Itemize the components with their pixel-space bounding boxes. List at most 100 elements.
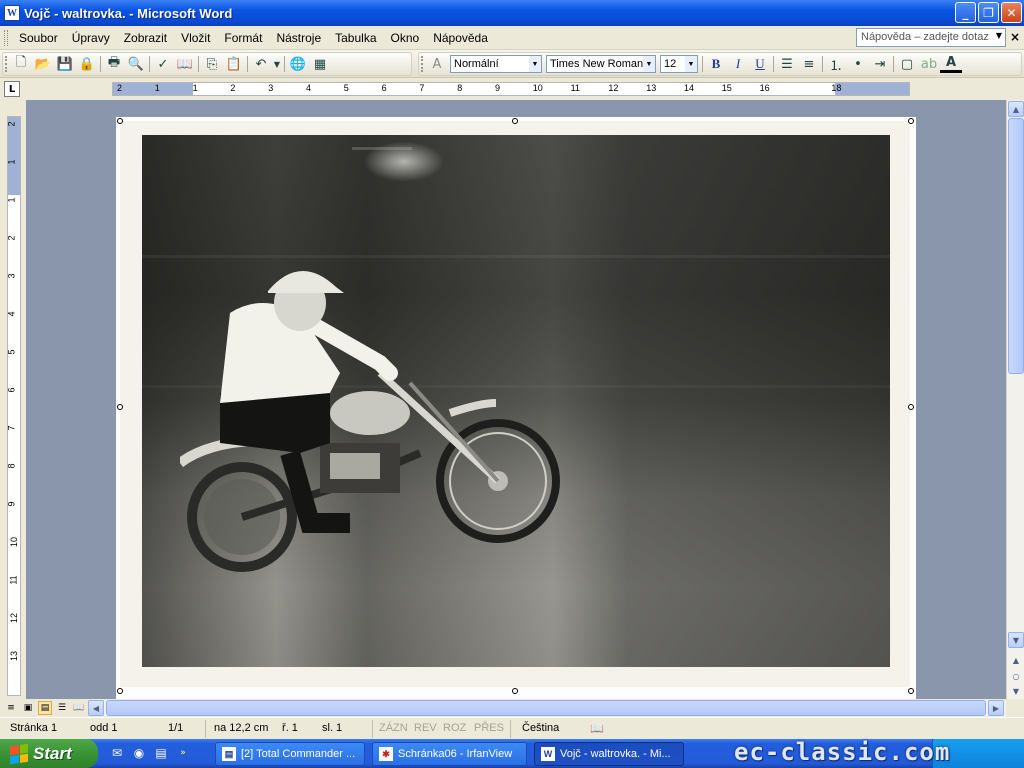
align-left-icon[interactable]: ☰ (776, 54, 798, 74)
resize-handle[interactable] (908, 404, 914, 410)
status-section[interactable]: odd 1 (90, 722, 118, 734)
help-dropdown-icon[interactable]: ▼ (996, 31, 1002, 40)
permission-icon[interactable]: 🔒 (76, 54, 98, 74)
status-pages[interactable]: 1/1 (168, 722, 183, 734)
motorcycle-photo[interactable] (142, 135, 890, 667)
status-track-changes[interactable]: REV (414, 722, 437, 734)
minimize-icon[interactable]: _ (955, 2, 976, 23)
next-page-icon[interactable]: ▼ (1008, 684, 1024, 698)
task-total-commander[interactable]: ▤ [2] Total Commander ... (215, 742, 365, 766)
menu-tabulka[interactable]: Tabulka (328, 29, 383, 47)
menu-zobrazit[interactable]: Zobrazit (117, 29, 174, 47)
hyperlink-icon[interactable]: 🌐 (287, 54, 309, 74)
styles-pane-icon[interactable]: A (426, 54, 448, 74)
print-icon[interactable]: 🖶 (103, 54, 125, 74)
menu-okno[interactable]: Okno (384, 29, 427, 47)
chevron-down-icon[interactable]: ▼ (685, 56, 697, 72)
restore-icon[interactable]: ❐ (978, 2, 999, 23)
numbering-icon[interactable]: ⒈ (825, 54, 847, 74)
document-area[interactable] (26, 100, 1006, 699)
title-bar[interactable]: W Vojč - waltrovka. - Microsoft Word _ ❐… (0, 0, 1024, 26)
italic-button[interactable]: I (727, 54, 749, 74)
borders-icon[interactable]: ▢ (896, 54, 918, 74)
resize-handle[interactable] (908, 688, 914, 694)
menu-napoveda[interactable]: Nápověda (426, 29, 495, 47)
status-line[interactable]: ř. 1 (282, 722, 298, 734)
menu-nastroje[interactable]: Nástroje (269, 29, 328, 47)
menu-vlozit[interactable]: Vložit (174, 29, 217, 47)
menu-soubor[interactable]: Soubor (12, 29, 65, 47)
font-color-icon[interactable]: A (940, 55, 962, 73)
menu-upravy[interactable]: Úpravy (65, 29, 117, 47)
vertical-scroll-thumb[interactable] (1008, 118, 1024, 374)
save-icon[interactable]: 💾 (54, 54, 76, 74)
task-irfanview[interactable]: ✱ Schránka06 - IrfanView (372, 742, 527, 766)
underline-button[interactable]: U (749, 54, 771, 74)
toolbar-grip[interactable] (5, 56, 8, 72)
scroll-right-icon[interactable]: ▶ (988, 700, 1004, 716)
resize-handle[interactable] (512, 118, 518, 124)
quick-launch-more-icon[interactable]: » (174, 744, 192, 762)
align-center-icon[interactable]: ≡ (798, 54, 820, 74)
undo-icon[interactable]: ↶ (250, 54, 272, 74)
start-button[interactable]: Start (0, 739, 98, 768)
scroll-up-icon[interactable]: ▲ (1008, 101, 1024, 117)
resize-handle[interactable] (117, 404, 123, 410)
help-search-input[interactable]: Nápověda – zadejte dotaz (856, 28, 1006, 47)
print-preview-icon[interactable]: 🔍 (125, 54, 147, 74)
status-record[interactable]: ZÁZN (379, 722, 408, 734)
status-language[interactable]: Čeština (522, 722, 559, 734)
copy-icon[interactable]: ⎘ (201, 54, 223, 74)
web-layout-icon[interactable]: ▣ (21, 701, 35, 715)
toolbar-grip[interactable] (421, 56, 424, 72)
spelling-status-icon[interactable]: 📖 (590, 722, 604, 735)
bold-button[interactable]: B (705, 54, 727, 74)
resize-handle[interactable] (117, 688, 123, 694)
resize-handle[interactable] (117, 118, 123, 124)
inline-picture[interactable] (120, 121, 910, 687)
resize-handle[interactable] (908, 118, 914, 124)
task-word[interactable]: W Vojč - waltrovka. - Mi... (534, 742, 684, 766)
select-browse-object-icon[interactable]: ○ (1008, 668, 1024, 684)
bullets-icon[interactable]: • (847, 54, 869, 74)
chevron-down-icon[interactable]: ▼ (529, 56, 541, 72)
style-combo[interactable]: Normální ▼ (450, 55, 542, 73)
font-size-combo[interactable]: 12 ▼ (660, 55, 698, 73)
undo-dropdown-icon[interactable]: ▼ (272, 54, 282, 74)
resize-handle[interactable] (512, 688, 518, 694)
word-app-icon[interactable]: W (4, 5, 20, 21)
document-close-icon[interactable]: × (1010, 30, 1020, 44)
browser-icon[interactable]: ◉ (130, 744, 148, 762)
document-page[interactable] (116, 117, 916, 699)
scroll-down-icon[interactable]: ▼ (1008, 632, 1024, 648)
reading-layout-icon[interactable]: 📖 (72, 701, 86, 715)
highlight-icon[interactable]: ab (918, 54, 940, 74)
status-page[interactable]: Stránka 1 (10, 722, 57, 734)
font-combo[interactable]: Times New Roman ▼ (546, 55, 656, 73)
vertical-ruler[interactable]: 2 1 1 2 3 4 5 6 7 8 9 10 11 12 13 (7, 116, 21, 696)
status-extend[interactable]: ROZ (443, 722, 466, 734)
chevron-down-icon[interactable]: ▼ (643, 56, 655, 72)
outline-view-icon[interactable]: ☰ (55, 701, 69, 715)
scroll-left-icon[interactable]: ◀ (88, 700, 104, 716)
horizontal-scrollbar[interactable]: ◀ ▶ (88, 700, 1006, 716)
research-icon[interactable]: 📖 (174, 54, 196, 74)
close-icon[interactable]: ✕ (1001, 2, 1022, 23)
horizontal-scroll-thumb[interactable] (106, 700, 986, 716)
print-layout-icon[interactable]: ▤ (38, 701, 52, 715)
menu-format[interactable]: Formát (217, 29, 269, 47)
status-column[interactable]: sl. 1 (322, 722, 342, 734)
status-position[interactable]: na 12,2 cm (214, 722, 268, 734)
normal-view-icon[interactable]: ≡ (4, 701, 18, 715)
open-folder-icon[interactable]: 📂 (32, 54, 54, 74)
table-icon[interactable]: ▦ (309, 54, 331, 74)
previous-page-icon[interactable]: ▲ (1008, 652, 1024, 668)
horizontal-ruler[interactable]: 2 1 1 2 3 4 5 6 7 8 9 10 11 12 13 14 15 16 18 (112, 82, 910, 96)
status-overtype[interactable]: PŘES (474, 722, 504, 734)
vertical-scrollbar[interactable]: ▲ ▼ ▲ ○ ▼ (1006, 100, 1024, 699)
mail-icon[interactable]: ✉ (108, 744, 126, 762)
new-document-icon[interactable]: 🗋 (10, 54, 32, 74)
tab-selector[interactable]: L (4, 81, 20, 97)
menu-grip[interactable] (4, 29, 8, 46)
spelling-icon[interactable]: ✓ (152, 54, 174, 74)
